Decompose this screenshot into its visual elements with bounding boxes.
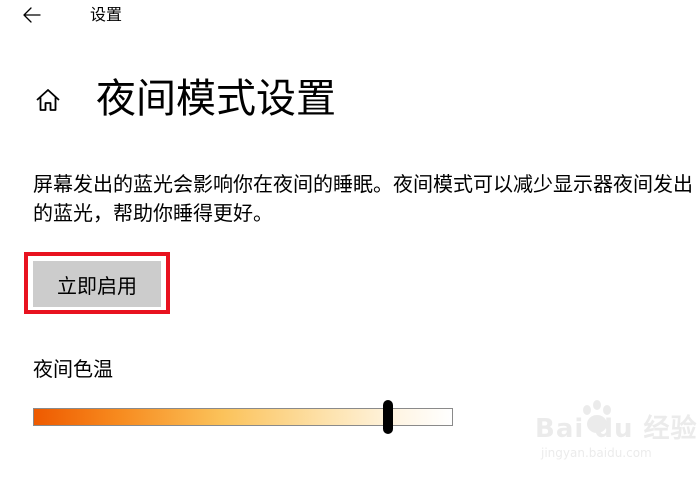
baidu-jingyan-watermark: Bai du 经验 jingyan.baidu.com bbox=[535, 398, 697, 468]
color-temperature-slider[interactable] bbox=[33, 400, 453, 434]
watermark-sub-text: jingyan.baidu.com bbox=[541, 446, 652, 460]
title-bar: 设置 bbox=[0, 0, 700, 32]
page-title: 夜间模式设置 bbox=[96, 76, 336, 122]
home-icon bbox=[36, 89, 60, 111]
home-button[interactable] bbox=[34, 86, 62, 114]
slider-thumb[interactable] bbox=[382, 400, 393, 434]
color-temperature-label: 夜间色温 bbox=[33, 357, 113, 381]
enable-now-button[interactable]: 立即启用 bbox=[33, 261, 161, 307]
watermark-main-text: Bai du 经验 bbox=[535, 414, 698, 444]
back-arrow-icon bbox=[23, 7, 41, 23]
description-text: 屏幕发出的蓝光会影响你在夜间的睡眠。夜间模式可以减少显示器夜间发出的蓝光，帮助你… bbox=[33, 172, 693, 225]
app-title: 设置 bbox=[90, 5, 123, 24]
back-button[interactable] bbox=[20, 2, 46, 28]
